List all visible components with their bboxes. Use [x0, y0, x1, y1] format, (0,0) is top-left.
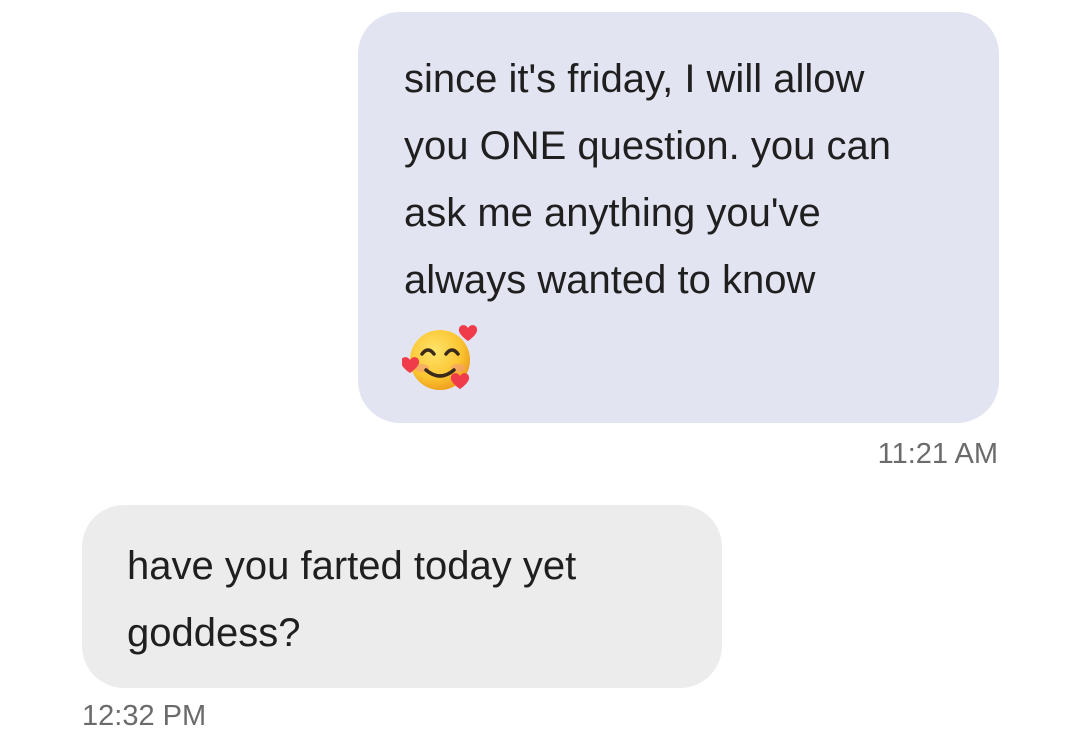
outgoing-message-line: always wanted to know [404, 258, 816, 302]
outgoing-message-line: ask me anything you've [404, 191, 821, 235]
incoming-message-line: have you farted today yet [127, 544, 577, 588]
smiling-face-with-hearts-icon [402, 325, 478, 390]
incoming-message-line: goddess? [127, 611, 301, 655]
outgoing-message-bubble[interactable]: since it's friday, I will allow you ONE … [358, 12, 999, 423]
outgoing-message-line: you ONE question. you can [404, 124, 891, 168]
incoming-message-bubble[interactable]: have you farted today yet goddess? [82, 505, 722, 688]
outgoing-message-line: since it's friday, I will allow [404, 57, 865, 101]
outgoing-message-timestamp: 11:21 AM [877, 438, 998, 470]
incoming-message-timestamp: 12:32 PM [82, 700, 207, 732]
